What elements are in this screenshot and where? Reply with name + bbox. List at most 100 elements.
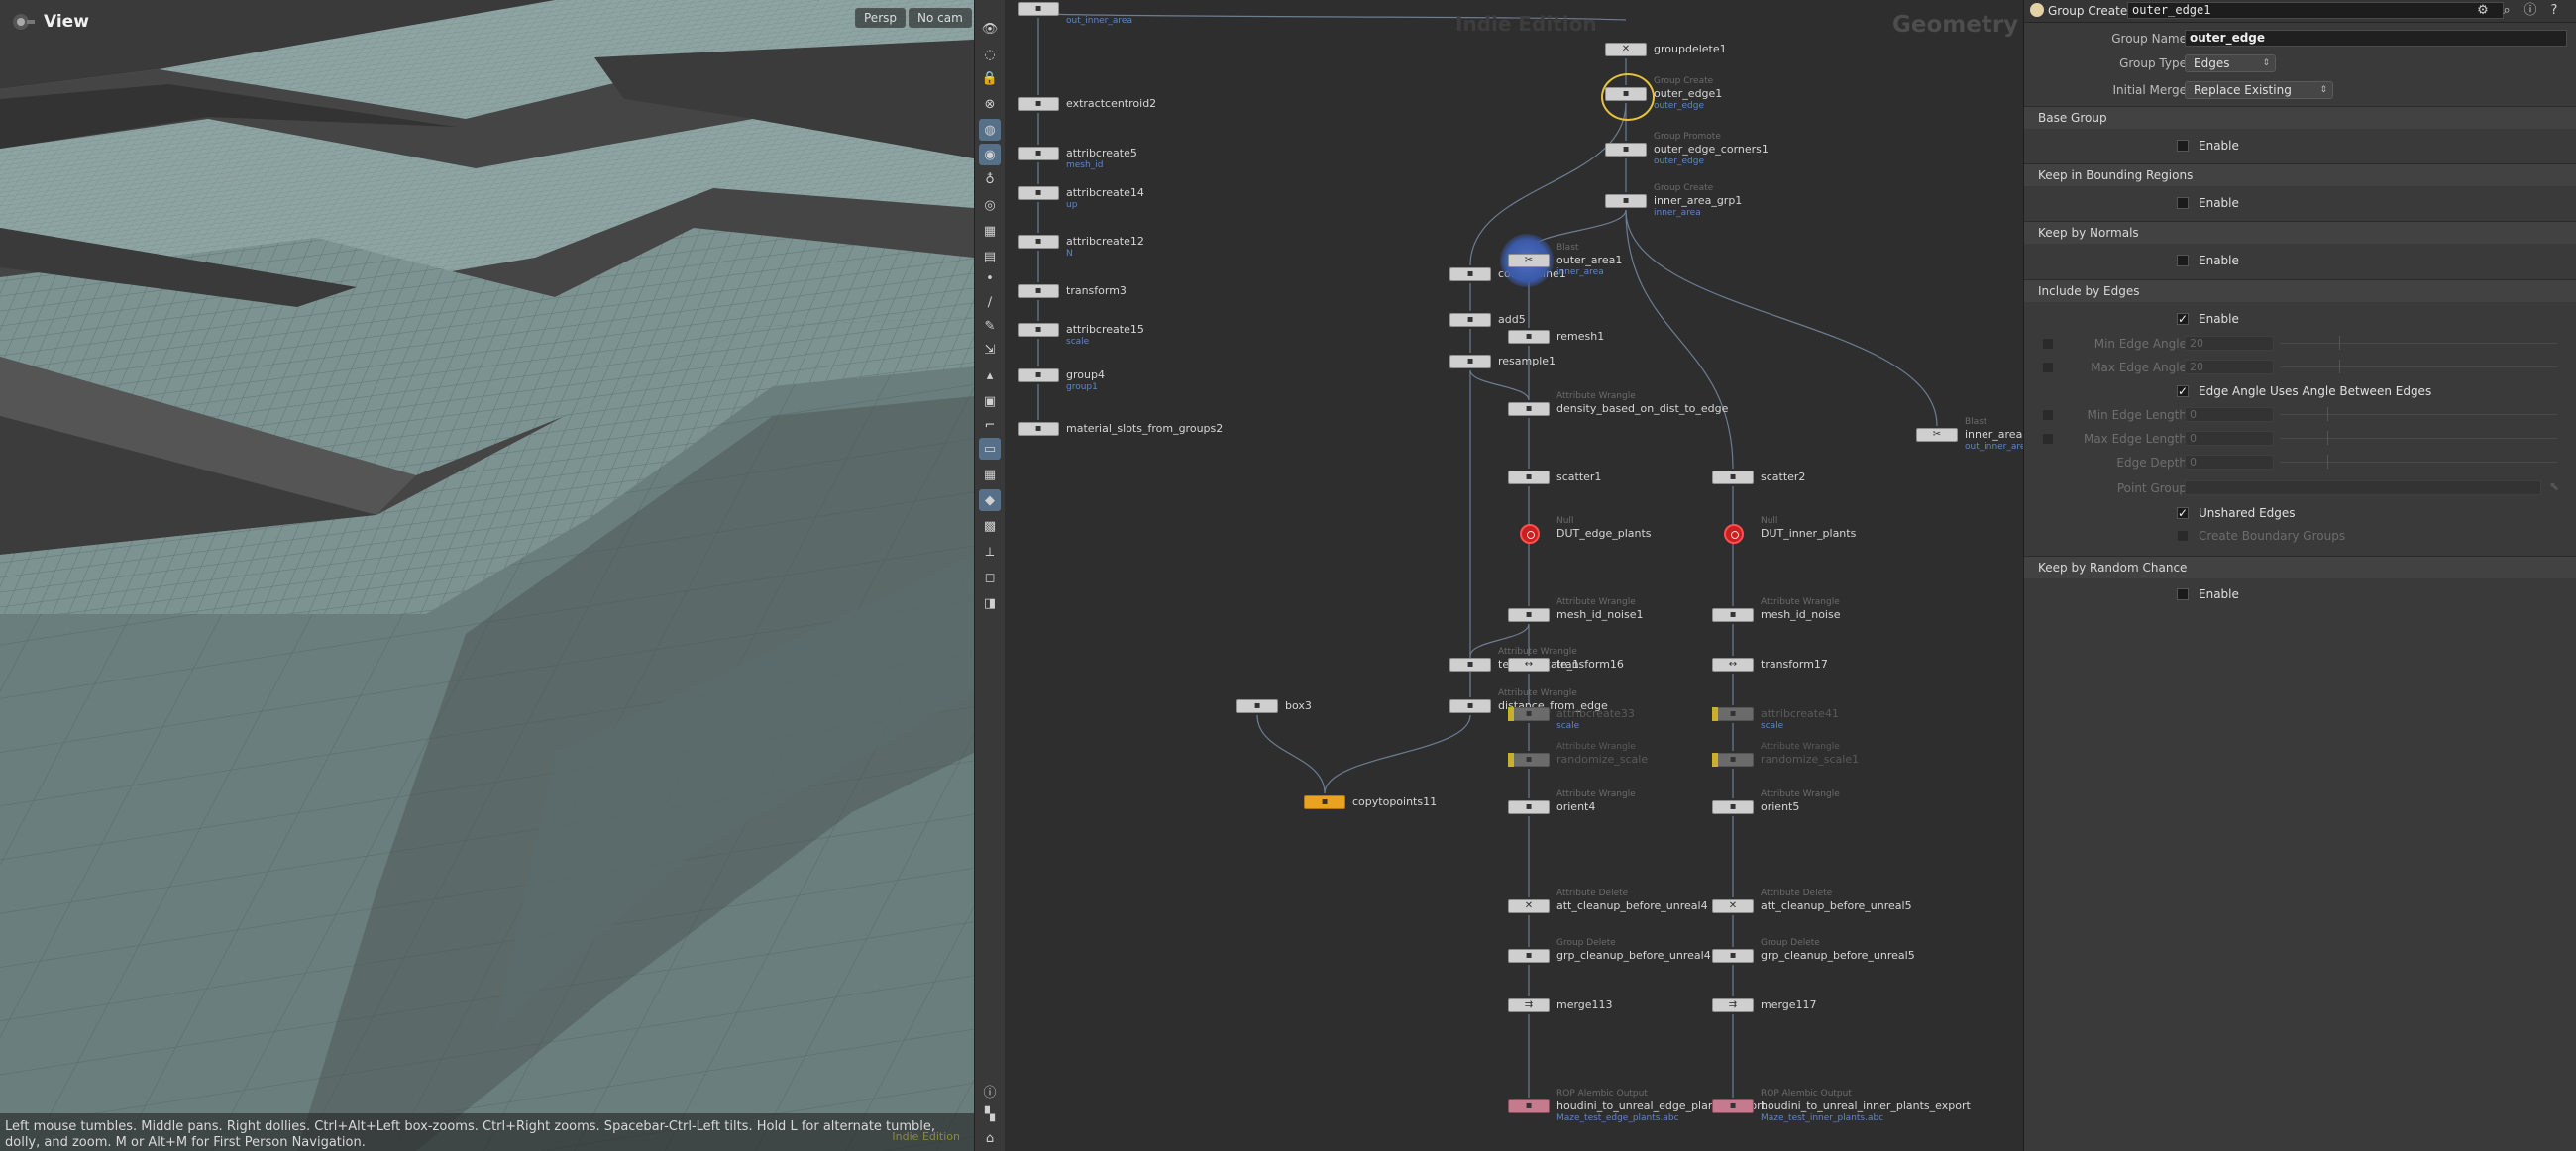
bulb-icon[interactable]: ♁: [979, 168, 1001, 190]
unshared-edges-checkbox[interactable]: ✓: [2177, 507, 2189, 519]
initial-merge-menu[interactable]: Replace Existing ⇕: [2185, 81, 2333, 99]
wire[interactable]: [1625, 209, 1938, 427]
min-edge-angle-field[interactable]: 20: [2185, 336, 2274, 351]
search-icon[interactable]: ⌕: [2498, 2, 2516, 20]
box-icon[interactable]: ▣: [979, 390, 1001, 412]
draw-icon[interactable]: ✎: [979, 315, 1001, 337]
node-name-label[interactable]: grp_cleanup_before_unreal5: [1761, 949, 1915, 962]
plane-icon[interactable]: ◆: [979, 489, 1001, 511]
min-edge-length-field[interactable]: 0: [2185, 407, 2274, 422]
grid-icon[interactable]: ▦: [979, 464, 1001, 485]
node-name-label[interactable]: grp_cleanup_before_unreal4: [1556, 949, 1711, 962]
node-name-label[interactable]: remesh1: [1556, 330, 1604, 343]
bypass-flag[interactable]: [1508, 707, 1514, 721]
display-icon[interactable]: ▦: [979, 220, 1001, 242]
folder-random-chance[interactable]: Keep by Random Chance: [2024, 556, 2576, 578]
bypass-flag[interactable]: [1508, 753, 1514, 767]
frame-icon[interactable]: ◻: [979, 567, 1001, 588]
folder-keep-by-normals[interactable]: Keep by Normals: [2024, 221, 2576, 244]
null-node-icon[interactable]: [1520, 524, 1540, 544]
node-name-label[interactable]: merge113: [1556, 998, 1613, 1011]
node-name-label[interactable]: extractcentroid2: [1066, 97, 1156, 110]
globe-icon[interactable]: ◍: [979, 119, 1001, 141]
node-name-label[interactable]: merge117: [1761, 998, 1817, 1011]
max-edge-angle-slider[interactable]: [2280, 360, 2557, 373]
eye-icon[interactable]: 👁: [979, 18, 1001, 40]
create-boundary-checkbox[interactable]: [2177, 530, 2189, 542]
node-name-label[interactable]: inner_area_grp1: [1654, 194, 1742, 207]
node-name-label[interactable]: scatter2: [1761, 471, 1805, 483]
node-name-label[interactable]: groupdelete1: [1654, 43, 1727, 55]
random-enable-checkbox[interactable]: [2177, 588, 2189, 600]
point-icon[interactable]: •: [979, 267, 1001, 289]
home-icon[interactable]: ⌂: [979, 1127, 1001, 1149]
min-edge-angle-toggle[interactable]: [2042, 338, 2054, 350]
camera-icon[interactable]: ◎: [979, 194, 1001, 216]
edges-enable-checkbox[interactable]: ✓: [2177, 313, 2189, 325]
folder-bounding-regions[interactable]: Keep in Bounding Regions: [2024, 163, 2576, 186]
node-name-label[interactable]: copytopoints11: [1352, 795, 1437, 808]
node-name-label[interactable]: orient5: [1761, 800, 1799, 813]
wire[interactable]: [1469, 102, 1627, 266]
max-edge-angle-field[interactable]: 20: [2185, 360, 2274, 374]
base-group-enable-checkbox[interactable]: [2177, 140, 2189, 152]
edge-depth-field[interactable]: 0: [2185, 455, 2274, 470]
snapshot-icon[interactable]: ◨: [979, 592, 1001, 614]
node-name-label[interactable]: att_cleanup_before_unreal5: [1761, 899, 1912, 912]
node-name-label[interactable]: attribcreate41: [1761, 707, 1839, 720]
edge-depth-slider[interactable]: [2280, 455, 2557, 469]
node-name-label[interactable]: houdini_to_unreal_inner_plants_export: [1761, 1099, 1971, 1112]
node-name-label[interactable]: outer_edge_corners1: [1654, 143, 1769, 156]
node-name-label[interactable]: add5: [1498, 313, 1526, 326]
info-icon[interactable]: ⓘ: [979, 1080, 1001, 1101]
node-name-label[interactable]: transform17: [1761, 658, 1828, 671]
node-name-label[interactable]: att_cleanup_before_unreal4: [1556, 899, 1708, 912]
light-icon[interactable]: ◉: [979, 144, 1001, 165]
ghost-icon[interactable]: ◌: [979, 44, 1001, 65]
network-editor[interactable]: Indie Edition Geometry ▪ out_inner_area ▪ e…: [1005, 0, 2023, 1151]
wire[interactable]: [1469, 369, 1530, 401]
node-name-label[interactable]: attribcreate15: [1066, 323, 1144, 336]
folder-include-by-edges[interactable]: Include by Edges: [2024, 279, 2576, 302]
node-name-label[interactable]: attribcreate5: [1066, 147, 1137, 159]
node-name-label[interactable]: scatter1: [1556, 471, 1601, 483]
min-edge-angle-slider[interactable]: [2280, 336, 2557, 350]
node-name-label[interactable]: density_based_on_dist_to_edge: [1556, 402, 1728, 415]
wire[interactable]: [1324, 714, 1471, 794]
node-name-label[interactable]: box3: [1285, 699, 1312, 712]
node-name-label[interactable]: group4: [1066, 368, 1105, 381]
node-name-label[interactable]: attribcreate33: [1556, 707, 1635, 720]
node-name-label[interactable]: resample1: [1498, 355, 1556, 367]
info-icon[interactable]: ⓘ: [2522, 2, 2539, 20]
node-name-field[interactable]: outer_edge1: [2127, 2, 2504, 19]
node-name-label[interactable]: inner_area1: [1965, 428, 2023, 441]
stamp-icon[interactable]: ▴: [979, 365, 1001, 386]
point-group-field[interactable]: [2185, 480, 2541, 495]
corner-icon[interactable]: ⌐: [979, 414, 1001, 436]
patch-icon[interactable]: ▩: [979, 515, 1001, 537]
pin-icon[interactable]: ⟂: [979, 541, 1001, 563]
group-type-menu[interactable]: Edges ⇕: [2185, 54, 2276, 72]
node-name-label[interactable]: outer_edge1: [1654, 87, 1722, 100]
curve-icon[interactable]: ∕: [979, 291, 1001, 313]
node-name-label[interactable]: orient4: [1556, 800, 1595, 813]
max-edge-length-slider[interactable]: [2280, 431, 2557, 445]
folder-base-group[interactable]: Base Group: [2024, 106, 2576, 129]
scene-viewport[interactable]: View Persp No cam Left mouse tumbles. Mi…: [0, 0, 974, 1151]
node-name-label[interactable]: outer_area1: [1556, 254, 1622, 266]
viewport-scene[interactable]: [0, 0, 974, 1151]
node-name-label[interactable]: material_slots_from_groups2: [1066, 422, 1223, 435]
link-icon[interactable]: ⊗: [979, 93, 1001, 115]
flipbook-icon[interactable]: ▤: [979, 246, 1001, 267]
help-icon[interactable]: ?: [2545, 2, 2563, 20]
bypass-flag[interactable]: [1712, 707, 1718, 721]
max-edge-length-field[interactable]: 0: [2185, 431, 2274, 446]
node-name-label[interactable]: attribcreate12: [1066, 235, 1144, 248]
bypass-flag[interactable]: [1712, 753, 1718, 767]
min-edge-length-toggle[interactable]: [2042, 409, 2054, 421]
arrow-cursor-icon[interactable]: ⬉: [2549, 479, 2559, 493]
houdini-logo-icon[interactable]: [10, 12, 36, 32]
camera-menu[interactable]: No cam: [909, 8, 972, 28]
null-node-icon[interactable]: [1724, 524, 1744, 544]
layout-icon[interactable]: ▚: [979, 1103, 1001, 1125]
